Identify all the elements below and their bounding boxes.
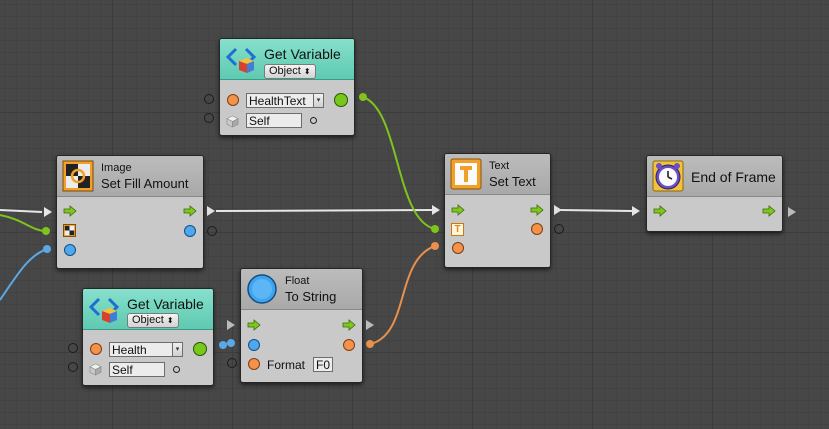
variable-kind-value: Object xyxy=(132,314,164,326)
value-output-port[interactable] xyxy=(334,93,348,107)
node-title: End of Frame xyxy=(691,169,776,185)
node-name: Set Fill Amount xyxy=(101,176,189,191)
text-icon xyxy=(450,158,482,190)
get-variable-node-health[interactable]: Get Variable Object ⬍ Health ▾ Self xyxy=(82,288,214,386)
node-category: Image xyxy=(101,162,132,174)
gameobject-cube-icon xyxy=(89,363,102,376)
flow-out-arrow-icon[interactable] xyxy=(342,319,356,331)
flow-out-triangle-icon[interactable] xyxy=(366,320,374,330)
text-value-output-port[interactable] xyxy=(531,223,543,235)
flow-wire-settext-to-endofframe xyxy=(559,209,633,212)
node-header[interactable]: Text Set Text xyxy=(445,154,550,195)
format-label: Format xyxy=(267,358,306,372)
node-category: Float xyxy=(285,275,310,287)
flow-wire-fill-to-settext xyxy=(215,209,433,212)
wire-end-dot xyxy=(43,245,51,253)
clock-icon xyxy=(652,160,684,192)
unconnected-input-ring[interactable] xyxy=(68,362,78,372)
flow-in-arrow-icon[interactable] xyxy=(451,204,465,216)
target-picker-icon[interactable] xyxy=(310,117,317,124)
wire-end-dot xyxy=(431,225,439,233)
flow-in-triangle-icon[interactable] xyxy=(227,320,235,330)
get-variable-node-healthtext[interactable]: Get Variable Object ⬍ HealthText ▾ Self xyxy=(219,38,355,136)
name-input-port[interactable] xyxy=(227,94,239,106)
flow-out-arrow-icon[interactable] xyxy=(183,205,197,217)
text-port-icon[interactable]: T xyxy=(451,223,464,236)
flow-in-arrow-icon[interactable] xyxy=(247,319,261,331)
text-port-glyph: T xyxy=(454,224,461,235)
image-icon xyxy=(62,160,94,192)
fill-amount-output-port[interactable] xyxy=(184,225,196,237)
variable-name-field[interactable]: Health xyxy=(109,342,173,357)
node-name: Set Text xyxy=(489,174,536,189)
name-input-port[interactable] xyxy=(90,343,102,355)
value-output-port[interactable] xyxy=(193,342,207,356)
unconnected-input-ring[interactable] xyxy=(204,113,214,123)
wire-end-dot xyxy=(42,227,50,235)
updown-arrows-icon: ⬍ xyxy=(303,67,311,76)
variable-kind-dropdown[interactable]: Object ⬍ xyxy=(127,313,179,328)
node-header[interactable]: Image Set Fill Amount xyxy=(57,156,203,197)
node-title: Get Variable xyxy=(127,296,204,312)
set-text-node[interactable]: Text Set Text T xyxy=(444,153,551,268)
variable-icon xyxy=(225,47,257,73)
variable-name-dropdown-button[interactable]: ▾ xyxy=(313,93,324,108)
format-field[interactable]: F0 xyxy=(313,357,333,372)
flow-out-arrow-icon[interactable] xyxy=(530,204,544,216)
flow-in-arrow-icon[interactable] xyxy=(653,205,667,217)
flow-wire-arrow xyxy=(632,206,640,216)
wire-end-dot xyxy=(366,340,374,348)
variable-name-dropdown-button[interactable]: ▾ xyxy=(172,342,183,357)
target-field[interactable]: Self xyxy=(109,362,165,377)
flow-in-arrow-icon[interactable] xyxy=(63,205,77,217)
unconnected-input-ring[interactable] xyxy=(227,358,237,368)
image-port-icon[interactable] xyxy=(63,224,76,237)
to-string-node[interactable]: Float To String Format F0 xyxy=(240,268,363,383)
node-name: To String xyxy=(285,289,337,304)
updown-arrows-icon: ⬍ xyxy=(166,316,174,325)
float-icon xyxy=(247,274,277,304)
object-wire-left xyxy=(0,214,46,232)
node-category: Text xyxy=(489,160,510,172)
unconnected-input-ring[interactable] xyxy=(68,343,78,353)
unconnected-output-ring[interactable] xyxy=(554,224,564,234)
unconnected-input-ring[interactable] xyxy=(204,94,214,104)
node-title: Get Variable xyxy=(264,46,341,62)
target-field[interactable]: Self xyxy=(246,113,302,128)
node-header[interactable]: End of Frame xyxy=(647,156,782,197)
flow-out-triangle-icon[interactable] xyxy=(554,205,562,215)
node-header[interactable]: Float To String xyxy=(241,269,362,310)
unconnected-output-ring[interactable] xyxy=(207,226,217,236)
set-fill-amount-node[interactable]: Image Set Fill Amount xyxy=(56,155,204,269)
node-header[interactable]: Get Variable Object ⬍ xyxy=(220,39,354,80)
wire-end-dot xyxy=(359,93,367,101)
wire-end-dot xyxy=(219,341,227,349)
float-value-input-port[interactable] xyxy=(248,339,260,351)
gameobject-cube-icon xyxy=(226,115,239,128)
flow-wire-in-left xyxy=(0,209,43,213)
variable-kind-dropdown[interactable]: Object ⬍ xyxy=(264,64,316,79)
fill-amount-input-port[interactable] xyxy=(64,244,76,256)
variable-icon xyxy=(88,297,120,323)
flow-out-triangle-icon[interactable] xyxy=(207,206,215,216)
flow-wire-arrow xyxy=(432,205,440,215)
string-wire-tostring-to-settext xyxy=(369,245,436,345)
variable-name-field[interactable]: HealthText xyxy=(246,93,314,108)
format-input-port[interactable] xyxy=(248,358,260,370)
flow-out-triangle-icon[interactable] xyxy=(788,207,796,217)
float-wire-left xyxy=(0,248,48,301)
string-output-port[interactable] xyxy=(343,339,355,351)
variable-kind-value: Object xyxy=(269,65,301,77)
end-of-frame-node[interactable]: End of Frame xyxy=(646,155,783,232)
text-value-input-port[interactable] xyxy=(452,242,464,254)
wire-end-dot xyxy=(431,242,439,250)
flow-out-arrow-icon[interactable] xyxy=(762,205,776,217)
flow-wire-arrow xyxy=(44,207,52,217)
node-header[interactable]: Get Variable Object ⬍ xyxy=(83,289,213,330)
wire-end-dot xyxy=(227,339,235,347)
target-picker-icon[interactable] xyxy=(173,366,180,373)
